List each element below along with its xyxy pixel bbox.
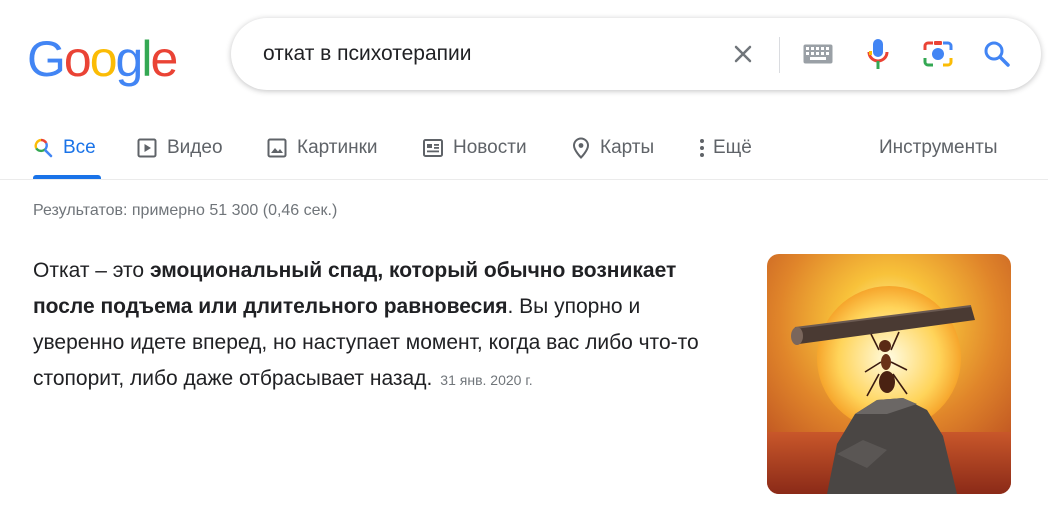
google-logo[interactable]: Google <box>27 30 178 87</box>
tab-maps-label: Карты <box>600 137 655 158</box>
microphone-icon[interactable] <box>860 36 896 72</box>
tab-video-label: Видео <box>167 137 223 158</box>
snippet-text-start: Откат – это <box>33 259 150 282</box>
more-icon <box>700 139 704 157</box>
keyboard-icon[interactable] <box>800 36 836 72</box>
search-tabs: Все Видео Картинки Новости Карты Ещё Инс… <box>0 118 1048 180</box>
tab-all[interactable]: Все <box>33 128 96 168</box>
tab-images-label: Картинки <box>297 137 378 158</box>
search-icon[interactable] <box>979 36 1015 72</box>
tab-all-label: Все <box>63 137 96 158</box>
snippet-date: 31 янв. 2020 г. <box>440 372 533 388</box>
video-icon <box>137 138 157 158</box>
tools-label: Инструменты <box>879 137 998 158</box>
camera-lens-icon[interactable] <box>920 36 956 72</box>
search-icon <box>34 138 53 158</box>
result-stats: Результатов: примерно 51 300 (0,46 сек.) <box>33 202 338 219</box>
tab-video[interactable]: Видео <box>137 128 223 168</box>
tab-more-label: Ещё <box>713 137 752 158</box>
active-tab-indicator <box>33 175 101 179</box>
tab-news[interactable]: Новости <box>423 128 527 168</box>
tab-more[interactable]: Ещё <box>699 128 752 168</box>
clear-icon[interactable] <box>725 36 761 72</box>
news-icon <box>423 139 443 157</box>
image-icon <box>267 138 287 158</box>
search-box[interactable]: откат в психотерапии <box>231 18 1041 90</box>
tab-images[interactable]: Картинки <box>267 128 378 168</box>
featured-image[interactable] <box>767 254 1011 494</box>
search-divider <box>779 37 780 73</box>
featured-snippet: Откат – это эмоциональный спад, который … <box>33 253 733 398</box>
tools-button[interactable]: Инструменты <box>879 128 997 168</box>
tab-maps[interactable]: Карты <box>572 128 654 168</box>
tab-news-label: Новости <box>453 137 527 158</box>
map-pin-icon <box>572 137 590 159</box>
search-input[interactable]: откат в психотерапии <box>263 42 471 66</box>
